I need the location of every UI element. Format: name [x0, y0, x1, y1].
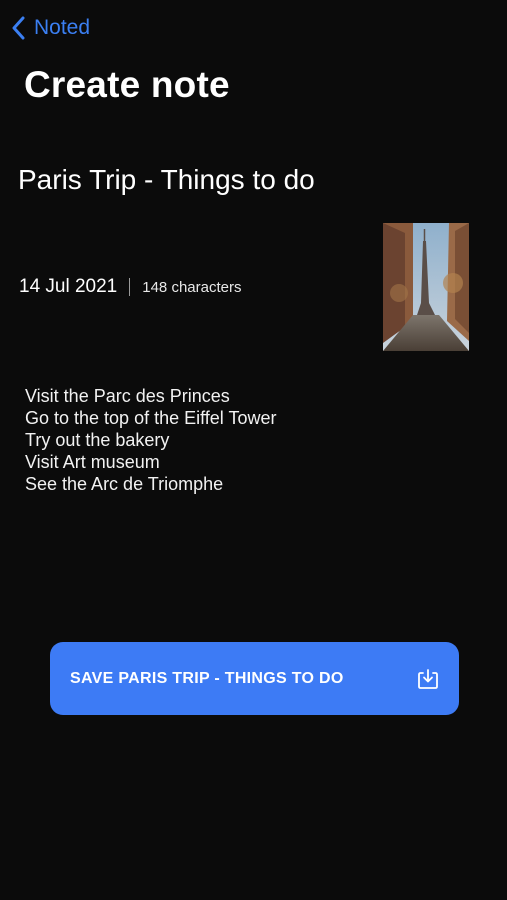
note-line: Visit Art museum	[25, 452, 160, 472]
back-button[interactable]: Noted	[12, 14, 90, 42]
note-date: 14 Jul 2021	[19, 276, 118, 297]
chevron-left-icon	[12, 16, 26, 40]
note-line: Visit the Parc des Princes	[25, 386, 230, 406]
note-meta: 14 Jul 2021 148 characters	[19, 273, 241, 301]
download-icon	[417, 668, 439, 690]
note-line: See the Arc de Triomphe	[25, 474, 224, 494]
note-line: Try out the bakery	[25, 430, 170, 450]
note-title[interactable]: Paris Trip - Things to do	[18, 161, 315, 199]
save-note-button[interactable]: SAVE PARIS TRIP - THINGS TO DO	[50, 642, 459, 715]
character-count: 148 characters	[142, 278, 242, 296]
back-label: Noted	[34, 16, 91, 39]
note-line: Go to the top of the Eiffel Tower	[25, 408, 277, 428]
note-body[interactable]: Visit the Parc des Princes Go to the top…	[25, 385, 277, 495]
note-image-thumbnail[interactable]	[383, 223, 469, 351]
meta-divider	[129, 278, 131, 296]
page-title: Create note	[24, 64, 230, 105]
save-button-label: SAVE PARIS TRIP - THINGS TO DO	[70, 669, 344, 687]
